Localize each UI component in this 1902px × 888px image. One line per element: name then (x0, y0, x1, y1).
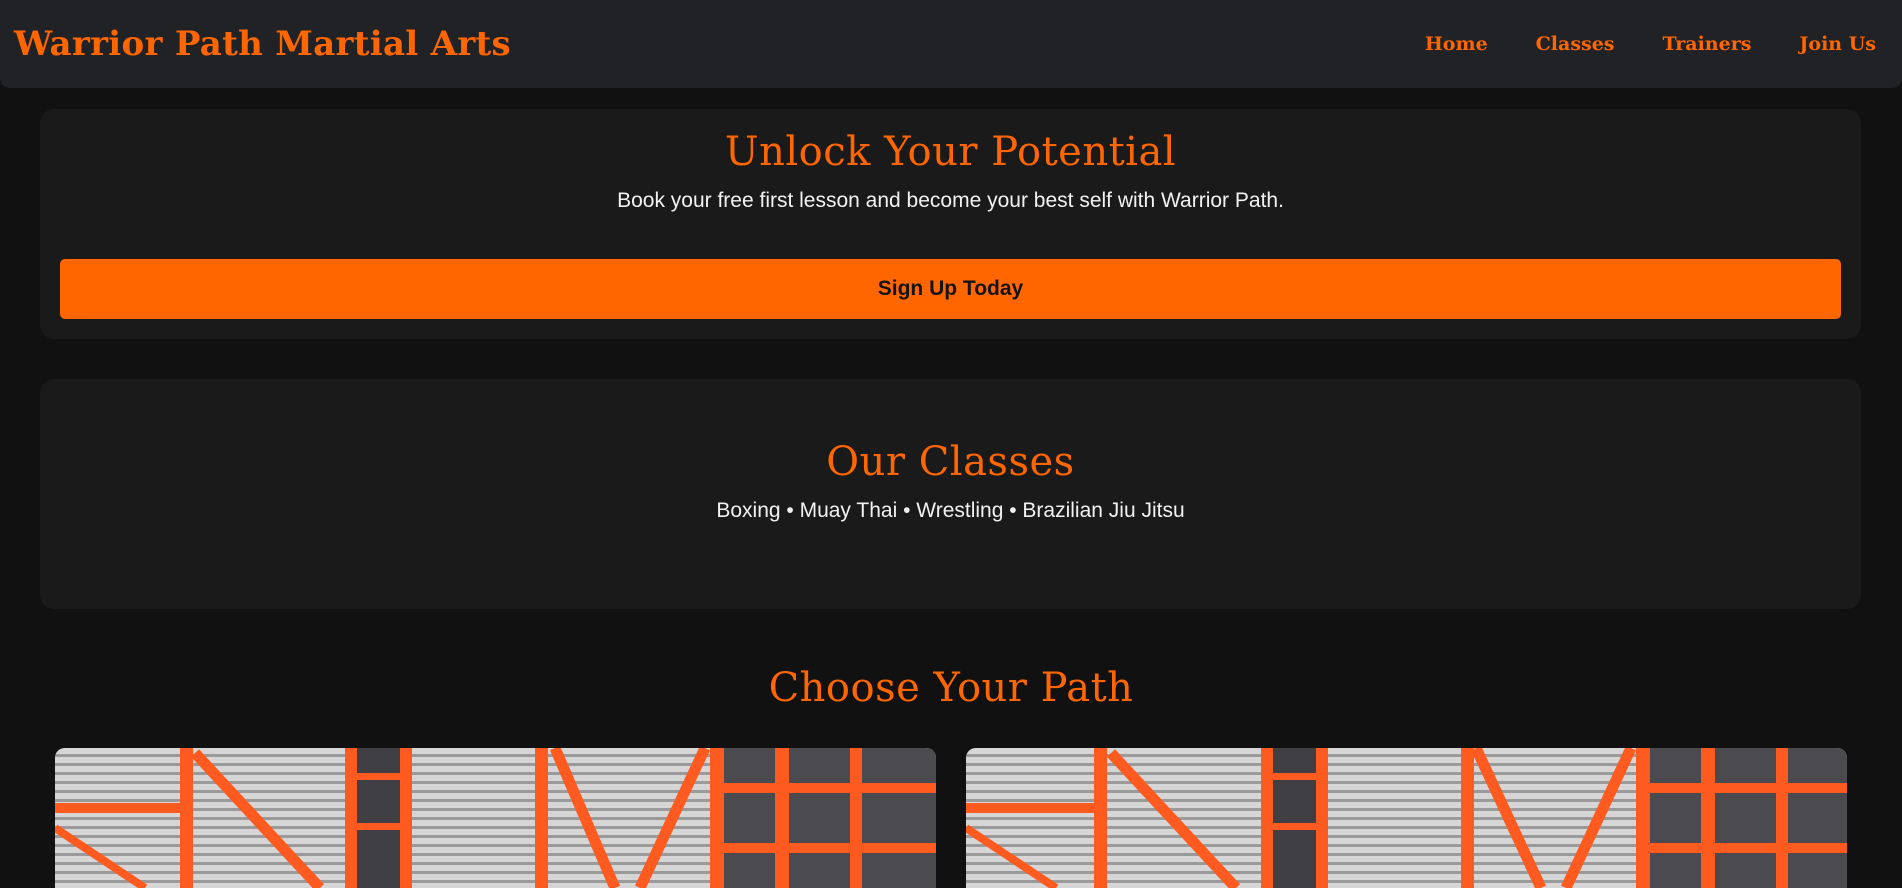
nav-links: Home Classes Trainers Join Us (1425, 33, 1876, 55)
path-card-2[interactable] (966, 748, 1847, 888)
navbar: Warrior Path Martial Arts Home Classes T… (0, 0, 1902, 88)
path-card-1[interactable] (55, 748, 936, 888)
hero-subtitle: Book your free first lesson and become y… (617, 189, 1284, 212)
gym-interior-image (55, 748, 936, 888)
sign-up-button[interactable]: Sign Up Today (60, 259, 1841, 319)
nav-link-classes[interactable]: Classes (1536, 33, 1615, 55)
gym-interior-image (966, 748, 1847, 888)
nav-link-home[interactable]: Home (1425, 33, 1488, 55)
classes-list: Boxing • Muay Thai • Wrestling • Brazili… (716, 499, 1185, 522)
nav-link-join-us[interactable]: Join Us (1799, 33, 1876, 55)
brand-logo[interactable]: Warrior Path Martial Arts (14, 24, 511, 64)
classes-section: Our Classes Boxing • Muay Thai • Wrestli… (40, 379, 1861, 609)
hero-section: Unlock Your Potential Book your free fir… (40, 109, 1861, 339)
hero-title: Unlock Your Potential (724, 129, 1177, 175)
nav-link-trainers[interactable]: Trainers (1663, 33, 1752, 55)
path-cards (55, 748, 1847, 888)
classes-title: Our Classes (826, 439, 1075, 485)
paths-title: Choose Your Path (768, 665, 1134, 711)
